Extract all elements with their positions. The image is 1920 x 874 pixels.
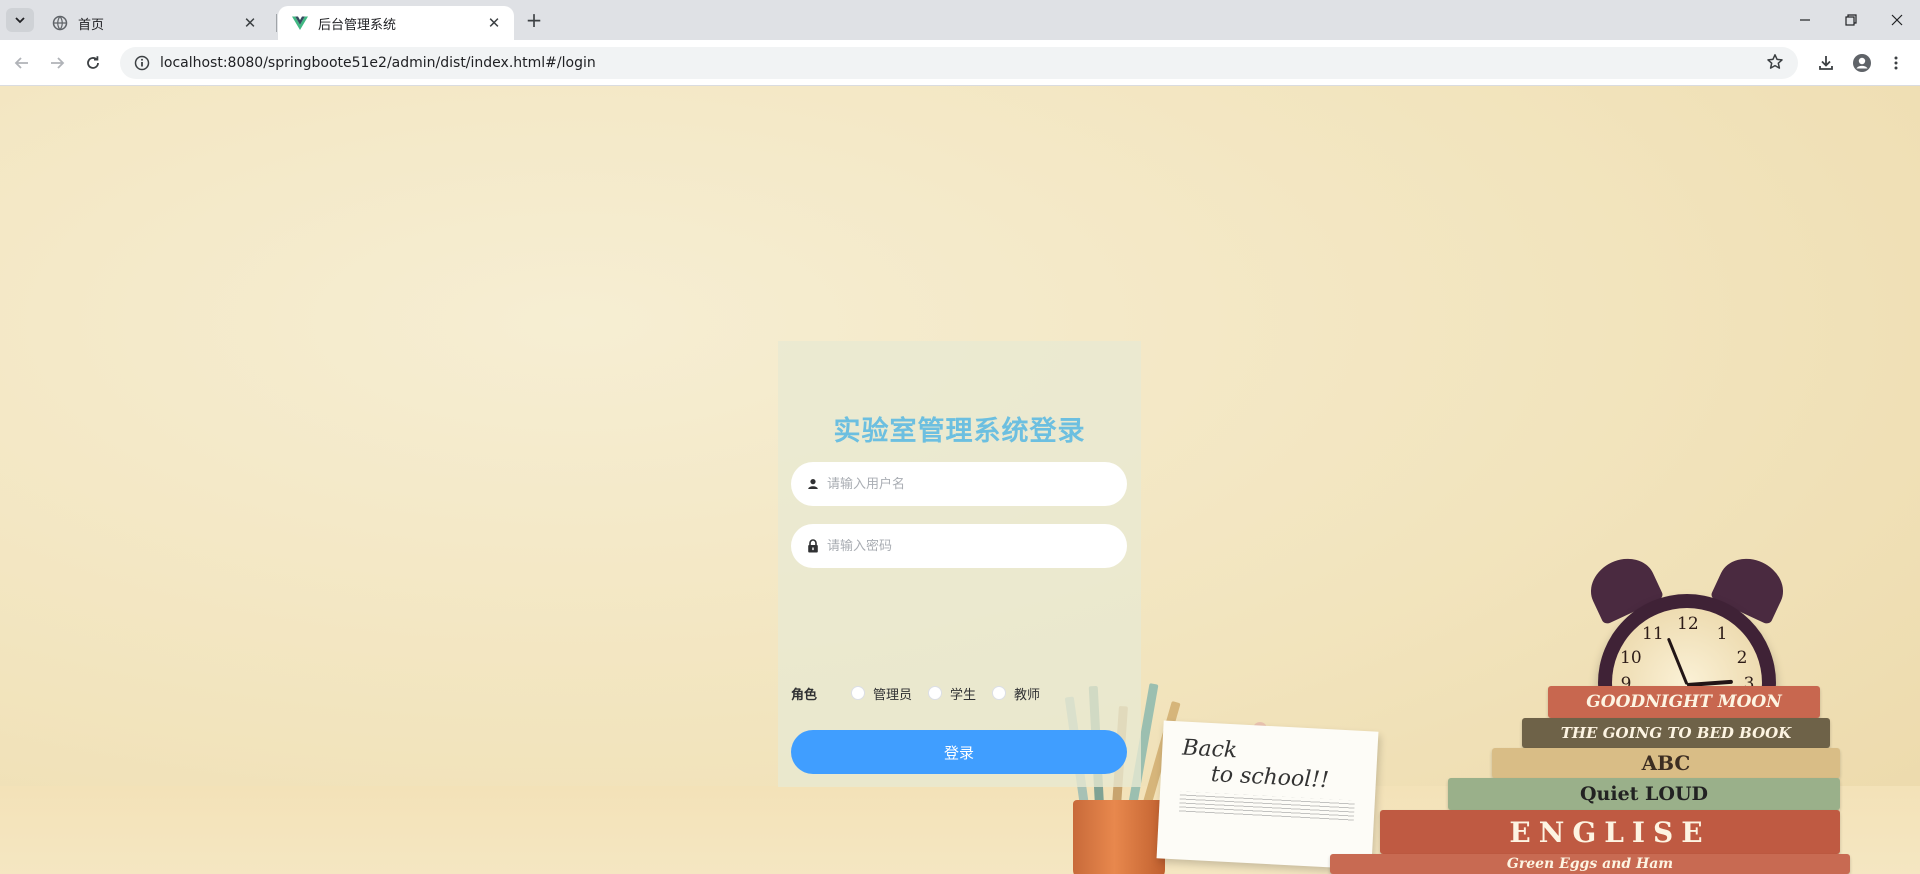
book-2: THE GOING TO BED BOOK — [1522, 718, 1830, 748]
book-5: ENGLISE — [1380, 810, 1840, 854]
minimize-icon — [1800, 19, 1810, 21]
book-3: ABC — [1492, 748, 1840, 778]
radio-circle[interactable] — [928, 686, 943, 700]
browser-tab-admin[interactable]: 后台管理系统 ✕ — [278, 6, 514, 40]
restore-button[interactable] — [1828, 0, 1874, 40]
login-title: 实验室管理系统登录 — [833, 416, 1086, 447]
role-option-label: 教师 — [1014, 687, 1041, 703]
forward-button[interactable] — [41, 47, 73, 79]
tab-title: 首页 — [78, 17, 105, 33]
close-tab-icon[interactable]: ✕ — [240, 13, 260, 33]
username-field[interactable] — [791, 462, 1127, 506]
login-panel: 实验室管理系统登录 角色 管理员 学生 — [778, 341, 1141, 787]
chevron-down-icon — [15, 17, 25, 24]
browser-tab-strip: 首页 ✕ 后台管理系统 ✕ + — [0, 0, 1920, 40]
role-label: 角色 — [791, 687, 818, 703]
arrow-left-icon — [14, 57, 28, 69]
role-option-label: 管理员 — [873, 687, 913, 703]
url-text: localhost:8080/springboote51e2/admin/dis… — [160, 55, 596, 71]
lock-icon — [799, 539, 827, 553]
password-input[interactable] — [827, 538, 1107, 554]
username-input[interactable] — [827, 476, 1107, 492]
arrow-right-icon — [51, 57, 65, 69]
profile-button[interactable] — [1846, 47, 1878, 79]
browser-tab-home[interactable]: 首页 ✕ — [38, 6, 270, 40]
globe-icon — [52, 15, 68, 31]
site-info-icon[interactable] — [124, 55, 160, 71]
book-6: Green Eggs and Ham — [1330, 854, 1850, 874]
download-icon — [1819, 56, 1833, 70]
reload-icon — [87, 56, 99, 69]
tab-search-button[interactable] — [6, 8, 34, 32]
minimize-button[interactable] — [1782, 0, 1828, 40]
role-option-teacher[interactable]: 教师 — [992, 684, 1040, 703]
profile-avatar-icon — [1853, 54, 1871, 72]
role-option-student[interactable]: 学生 — [928, 684, 976, 703]
browser-menu-button[interactable] — [1880, 47, 1912, 79]
book-4: Quiet LOUD — [1448, 778, 1840, 810]
radio-circle[interactable] — [992, 686, 1007, 700]
new-tab-button[interactable]: + — [520, 8, 548, 32]
tab-title: 后台管理系统 — [318, 17, 397, 33]
bookmark-star-icon[interactable] — [1766, 53, 1784, 75]
close-tab-icon[interactable]: ✕ — [484, 13, 504, 33]
password-field[interactable] — [791, 524, 1127, 568]
restore-icon — [1845, 14, 1857, 26]
page-viewport: Back to school!! 12 1 2 3 4 5 6 7 8 9 10… — [0, 86, 1920, 874]
book-1: GOODNIGHT MOON — [1548, 686, 1820, 718]
reload-button[interactable] — [77, 47, 109, 79]
address-bar[interactable]: localhost:8080/springboote51e2/admin/dis… — [120, 47, 1798, 79]
user-icon — [799, 478, 827, 490]
browser-toolbar: localhost:8080/springboote51e2/admin/dis… — [0, 40, 1920, 86]
tab-divider — [276, 14, 277, 32]
role-option-label: 学生 — [950, 687, 977, 703]
more-vertical-icon — [1894, 56, 1898, 70]
role-selector: 角色 管理员 学生 教师 — [791, 682, 1127, 704]
back-to-school-note: Back to school!! — [1156, 720, 1379, 870]
vue-logo-icon — [292, 15, 308, 31]
back-button[interactable] — [6, 47, 38, 79]
radio-circle[interactable] — [851, 686, 865, 700]
downloads-button[interactable] — [1810, 47, 1842, 79]
login-button[interactable]: 登录 — [791, 730, 1127, 774]
close-icon — [1891, 14, 1903, 26]
close-window-button[interactable] — [1874, 0, 1920, 40]
role-option-admin[interactable]: 管理员 — [851, 684, 912, 703]
